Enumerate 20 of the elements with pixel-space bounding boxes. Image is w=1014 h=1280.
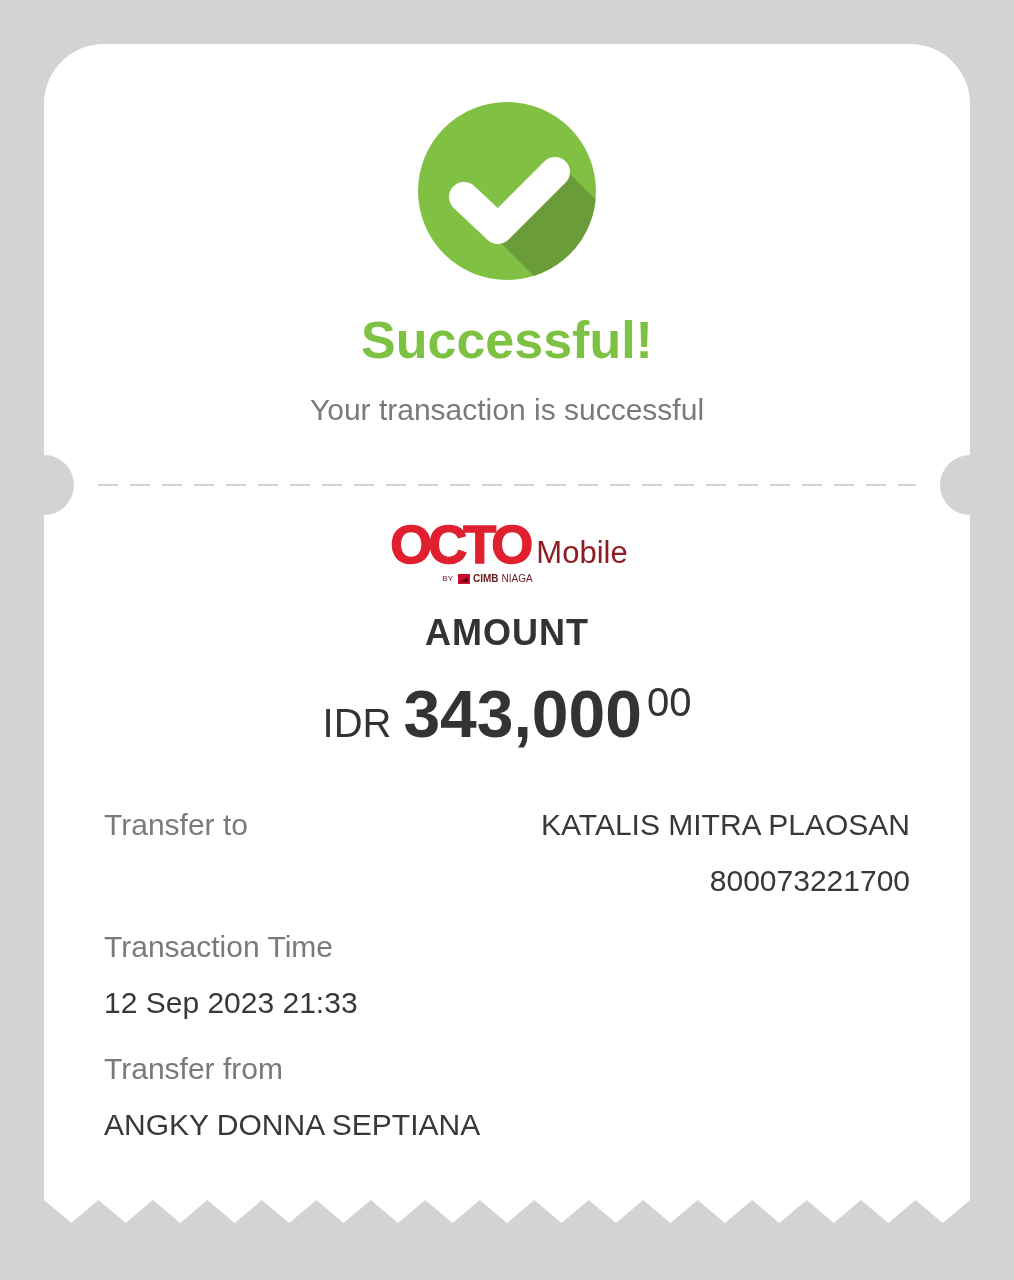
- logo-bank-suffix: NIAGA: [501, 573, 533, 584]
- amount-value: 343,000: [403, 676, 642, 752]
- logo-byline: BY: [442, 573, 453, 584]
- logo-bank-name: CIMB: [473, 573, 499, 584]
- detail-value: 800073221700: [709, 863, 910, 899]
- amount-label: AMOUNT: [425, 612, 589, 654]
- status-title: Successful!: [361, 310, 653, 371]
- detail-value: 12 Sep 2023 21:33: [104, 985, 358, 1021]
- success-check-icon: [418, 102, 596, 280]
- status-message: Your transaction is successful: [309, 392, 705, 428]
- detail-value: ANGKY DONNA SEPTIANA: [104, 1107, 481, 1143]
- detail-label: Transaction Time: [104, 929, 333, 965]
- detail-label: Transfer to: [104, 807, 248, 843]
- detail-value: KATALIS MITRA PLAOSAN: [541, 807, 910, 843]
- amount-decimals: 00: [647, 682, 692, 722]
- logo-product-name: Mobile: [536, 535, 628, 571]
- emblem-icon: [458, 573, 470, 584]
- currency-code: IDR: [322, 700, 392, 747]
- detail-label: Transfer from: [104, 1051, 283, 1087]
- logo-wordmark: OCTO: [390, 516, 530, 572]
